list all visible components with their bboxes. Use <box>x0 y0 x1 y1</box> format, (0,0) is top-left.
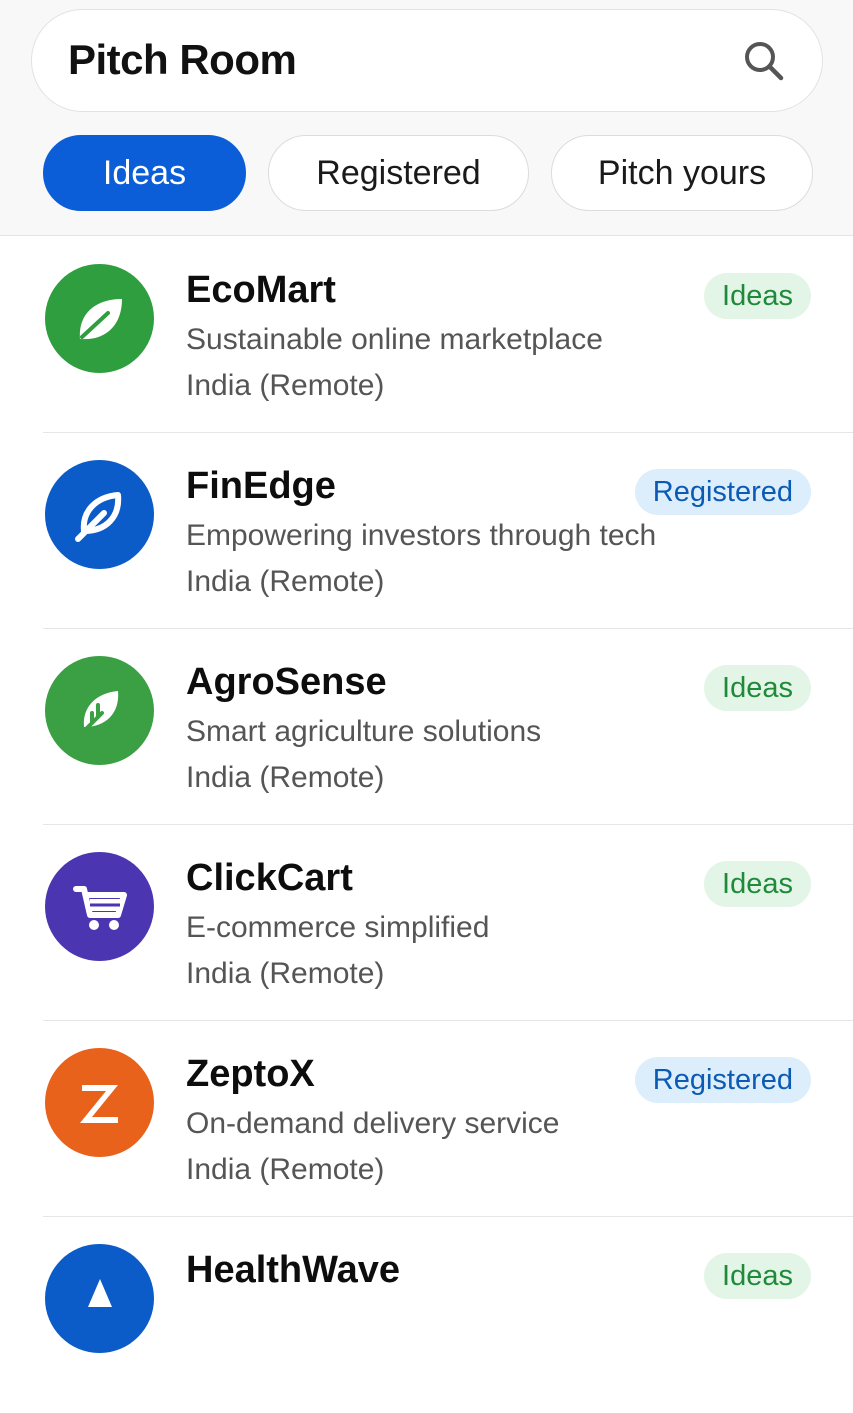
startup-description: On-demand delivery service <box>186 1107 560 1140</box>
list-item[interactable]: ClickCart E-commerce simplified India (R… <box>0 825 853 1021</box>
startup-name: EcoMart <box>186 269 336 311</box>
startup-name: AgroSense <box>186 661 387 703</box>
health-icon <box>45 1244 154 1353</box>
tab-pitch-yours[interactable]: Pitch yours <box>551 135 813 211</box>
list-item[interactable]: AgroSense Smart agriculture solutions In… <box>0 629 853 825</box>
startup-name: FinEdge <box>186 465 336 507</box>
startup-location: India (Remote) <box>186 1153 385 1186</box>
startup-name: HealthWave <box>186 1249 400 1291</box>
status-badge: Ideas <box>704 665 811 711</box>
status-badge: Ideas <box>704 273 811 319</box>
shopping-cart-icon <box>45 852 154 961</box>
list-item[interactable]: HealthWave Ideas <box>0 1217 853 1413</box>
list-item[interactable]: EcoMart Sustainable online marketplace I… <box>0 237 853 433</box>
list-item[interactable]: FinEdge Empowering investors through tec… <box>0 433 853 629</box>
startup-description: Sustainable online marketplace <box>186 323 603 356</box>
search-bar[interactable]: Pitch Room <box>31 9 823 112</box>
tab-registered[interactable]: Registered <box>268 135 529 211</box>
search-icon[interactable] <box>742 39 786 83</box>
startup-location: India (Remote) <box>186 565 385 598</box>
status-badge: Ideas <box>704 861 811 907</box>
startup-location: India (Remote) <box>186 761 385 794</box>
tab-ideas[interactable]: Ideas <box>43 135 246 211</box>
feather-leaf-icon <box>45 656 154 765</box>
startup-description: E-commerce simplified <box>186 911 490 944</box>
leaf-icon <box>45 264 154 373</box>
list-item[interactable]: ZeptoX On-demand delivery service India … <box>0 1021 853 1217</box>
startup-name: ZeptoX <box>186 1053 315 1095</box>
z-letter-icon <box>45 1048 154 1157</box>
startup-location: India (Remote) <box>186 957 385 990</box>
startup-description: Smart agriculture solutions <box>186 715 542 748</box>
startup-description: Empowering investors through tech <box>186 519 657 552</box>
status-badge: Registered <box>634 469 811 515</box>
page-title: Pitch Room <box>68 36 297 83</box>
startup-location: India (Remote) <box>186 369 385 402</box>
header: Pitch Room Ideas Registered Pitch yours <box>0 0 853 236</box>
leaf-outline-icon <box>45 460 154 569</box>
status-badge: Ideas <box>704 1253 811 1299</box>
status-badge: Registered <box>634 1057 811 1103</box>
startup-name: ClickCart <box>186 857 353 899</box>
